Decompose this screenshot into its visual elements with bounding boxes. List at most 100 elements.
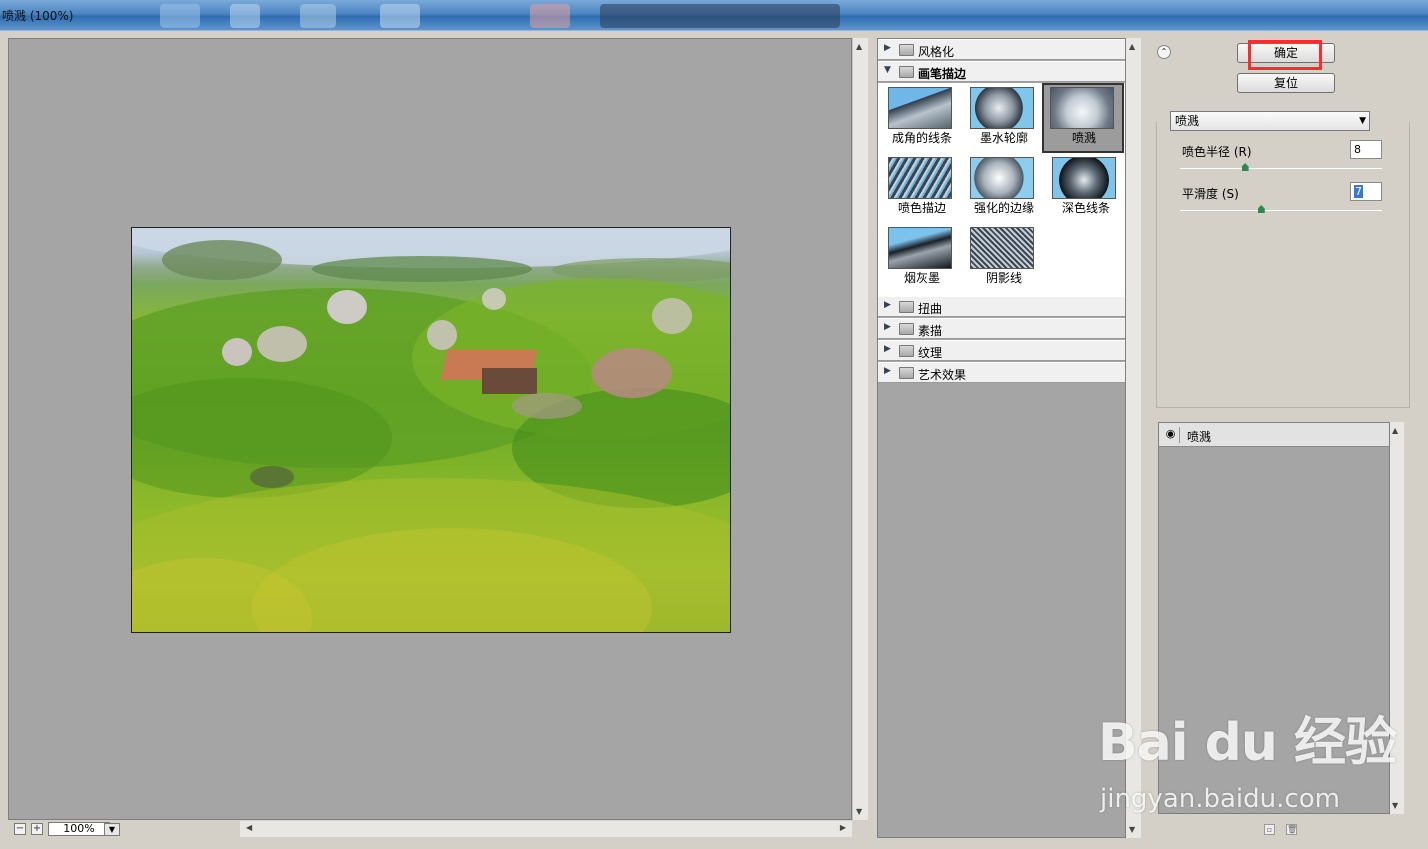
filter-thumb-sumi-e[interactable]: 烟灰墨 [884, 225, 966, 295]
taskbar-glare [380, 4, 420, 28]
taskbar-glare [530, 4, 570, 28]
category-distort[interactable]: ▶ 扭曲 [878, 296, 1125, 317]
filter-thumb-dark-strokes[interactable]: 深色线条 [1048, 155, 1130, 225]
reset-button[interactable]: 复位 [1237, 73, 1335, 93]
effect-layers-list: ◉ 喷溅 [1158, 422, 1390, 814]
filter-thumbnails: 成角的线条 墨水轮廓 喷溅 喷色描边 强化的边缘 深色线条 烟灰墨 阴影线 [878, 83, 1125, 297]
tree [427, 320, 457, 350]
spray-radius-input[interactable]: 8 [1350, 140, 1382, 159]
zoom-level-field[interactable]: 100% [48, 822, 110, 836]
spray-radius-label: 喷色半径 (R) [1182, 145, 1252, 159]
tree-cluster [162, 240, 282, 280]
folder-icon [899, 44, 914, 56]
folder-icon [899, 367, 914, 379]
new-effect-layer-icon[interactable]: ▫ [1264, 824, 1275, 835]
category-sketch[interactable]: ▶ 素描 [878, 318, 1125, 339]
title-bar: 喷溅 (100%) [0, 0, 1428, 30]
filter-thumb-accentuated-edges[interactable]: 强化的边缘 [966, 155, 1048, 225]
thumbnail-image [970, 227, 1034, 269]
spray-radius-slider[interactable] [1180, 168, 1382, 169]
folder-icon [899, 323, 914, 335]
expand-triangle-icon[interactable]: ▶ [884, 344, 891, 354]
collapse-triangle-icon[interactable]: ▼ [884, 65, 891, 75]
layers-scrollbar[interactable]: ▲ ▼ [1390, 422, 1404, 814]
filter-thumb-accented-edges[interactable]: 成角的线条 [884, 85, 966, 155]
ok-button[interactable]: 确定 [1237, 43, 1335, 63]
preview-canvas[interactable] [8, 38, 852, 820]
category-label: 纹理 [918, 346, 943, 360]
folder-icon [899, 66, 914, 78]
category-label: 扭曲 [918, 302, 943, 316]
delete-effect-layer-icon[interactable]: 🗑 [1286, 824, 1297, 835]
zoom-dropdown-icon[interactable]: ▼ [104, 823, 120, 836]
scroll-up-icon[interactable]: ▲ [1392, 426, 1398, 435]
expand-triangle-icon[interactable]: ▶ [884, 300, 891, 310]
thumbnail-label: 喷色描边 [897, 201, 946, 215]
filter-select-value: 喷溅 [1175, 114, 1200, 128]
thumbnail-image [970, 157, 1034, 199]
taskbar-glare [160, 4, 200, 28]
folder-icon [899, 345, 914, 357]
thumbnail-label: 强化的边缘 [973, 201, 1034, 215]
category-label: 素描 [918, 324, 943, 338]
expand-triangle-icon[interactable]: ▶ [884, 366, 891, 376]
filter-thumb-ink-outlines[interactable]: 墨水轮廓 [966, 85, 1048, 155]
filter-params-box [1156, 122, 1410, 408]
tree [652, 298, 692, 334]
thumbnail-label: 墨水轮廓 [979, 131, 1028, 145]
preview-horizontal-scrollbar[interactable]: ◀ ▶ [240, 821, 852, 837]
preview-vertical-scrollbar[interactable]: ▲ ▼ [852, 38, 868, 820]
filter-thumb-crosshatch[interactable]: 阴影线 [966, 225, 1048, 295]
category-artistic[interactable]: ▶ 艺术效果 [878, 362, 1125, 383]
scroll-right-icon[interactable]: ▶ [840, 823, 846, 832]
chevron-down-icon[interactable]: ▼ [1359, 112, 1366, 130]
category-label: 艺术效果 [918, 368, 967, 382]
filter-thumb-sprayed-strokes[interactable]: 喷色描边 [884, 155, 966, 225]
effect-layer-name: 喷溅 [1187, 430, 1212, 444]
zoom-bar: − + 100% ▼ [8, 821, 240, 837]
tree [327, 290, 367, 324]
window-title: 喷溅 (100%) [2, 9, 74, 23]
thumbnail-image [888, 227, 952, 269]
collapse-gallery-icon[interactable]: ⌃ [1157, 45, 1171, 59]
scroll-down-icon[interactable]: ▼ [1129, 825, 1135, 834]
taskbar-glare [230, 4, 260, 28]
house-wall [482, 368, 537, 394]
filter-thumb-spatter[interactable]: 喷溅 [1042, 83, 1124, 153]
filter-gallery: ▶ 风格化 ▼ 画笔描边 成角的线条 墨水轮廓 喷溅 喷色描边 强化的边缘 深色… [877, 38, 1126, 838]
zoom-in-button[interactable]: + [31, 823, 43, 835]
thumbnail-image [888, 87, 952, 129]
smoothness-value-selected: 7 [1354, 185, 1363, 198]
category-brush-strokes[interactable]: ▼ 画笔描边 [878, 61, 1125, 82]
scroll-down-icon[interactable]: ▼ [856, 807, 862, 816]
smoothness-label: 平滑度 (S) [1182, 187, 1239, 201]
category-label: 画笔描边 [918, 67, 967, 81]
effect-layer-row[interactable]: ◉ 喷溅 [1159, 423, 1389, 447]
smoothness-input[interactable]: 7 [1350, 182, 1382, 201]
filter-select[interactable]: 喷溅 ▼ [1170, 111, 1370, 131]
scroll-up-icon[interactable]: ▲ [1129, 42, 1135, 51]
scroll-left-icon[interactable]: ◀ [246, 823, 252, 832]
category-label: 风格化 [918, 45, 955, 59]
category-stylize[interactable]: ▶ 风格化 [878, 39, 1125, 60]
settings-panel: ⌃ 确定 复位 喷溅 ▼ 喷色半径 (R) 8 平滑度 (S) 7 ◉ 喷溅 ▲… [1142, 38, 1412, 838]
expand-triangle-icon[interactable]: ▶ [884, 322, 891, 332]
zoom-out-button[interactable]: − [14, 823, 26, 835]
preview-image [131, 227, 731, 633]
thumbnail-image [888, 157, 952, 199]
tree [592, 348, 672, 398]
folder-icon [899, 301, 914, 313]
category-texture[interactable]: ▶ 纹理 [878, 340, 1125, 361]
tree-cluster [312, 256, 532, 282]
expand-triangle-icon[interactable]: ▶ [884, 43, 891, 53]
scroll-up-icon[interactable]: ▲ [856, 42, 862, 51]
scroll-down-icon[interactable]: ▼ [1392, 801, 1398, 810]
smoothness-slider[interactable] [1180, 210, 1382, 211]
gallery-scrollbar[interactable]: ▲ ▼ [1126, 38, 1141, 838]
thumbnail-label: 成角的线条 [891, 131, 952, 145]
thumbnail-label: 阴影线 [985, 271, 1022, 285]
tree [482, 288, 506, 310]
thumbnail-image [1050, 87, 1114, 129]
thumbnail-label: 烟灰墨 [903, 271, 940, 285]
visibility-eye-icon[interactable]: ◉ [1162, 427, 1180, 443]
